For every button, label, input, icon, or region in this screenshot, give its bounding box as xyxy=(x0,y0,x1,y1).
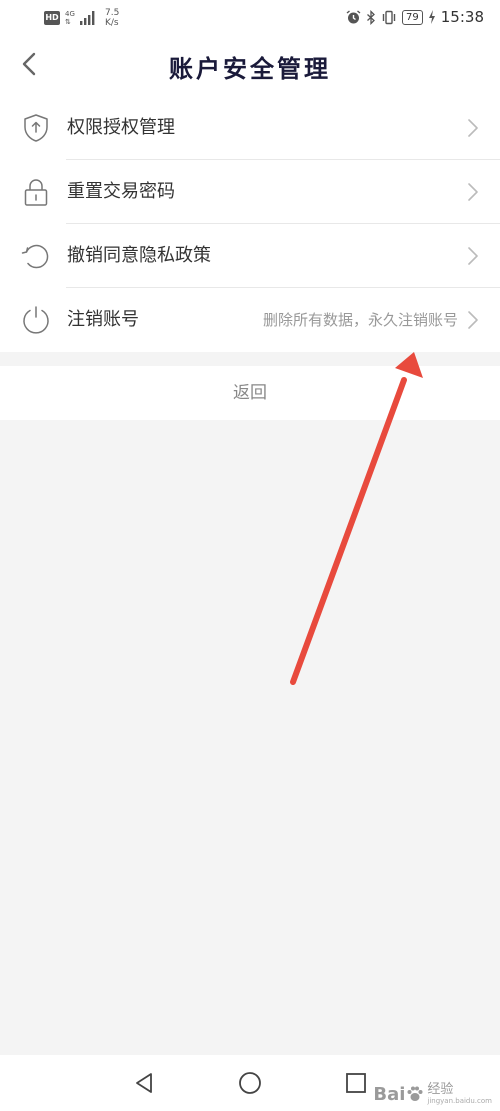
back-triangle-icon[interactable] xyxy=(130,1069,158,1097)
recents-square-icon[interactable] xyxy=(342,1069,370,1097)
home-circle-icon[interactable] xyxy=(236,1069,264,1097)
annotation-arrow-head xyxy=(395,352,423,378)
watermark-url: jingyan.baidu.com xyxy=(427,1097,492,1105)
system-nav-bar: Bai 经验 jingyan.baidu.com xyxy=(0,1055,500,1111)
annotation-arrow xyxy=(290,352,423,685)
watermark-brand2: 经验 xyxy=(427,1082,454,1097)
watermark-text: 经验 jingyan.baidu.com xyxy=(427,1082,492,1106)
watermark-brand: Bai xyxy=(373,1084,406,1105)
paw-icon xyxy=(407,1086,423,1101)
baidu-jingyan-watermark: Bai 经验 jingyan.baidu.com xyxy=(373,1082,492,1106)
annotation-arrow-shaft xyxy=(290,377,407,685)
